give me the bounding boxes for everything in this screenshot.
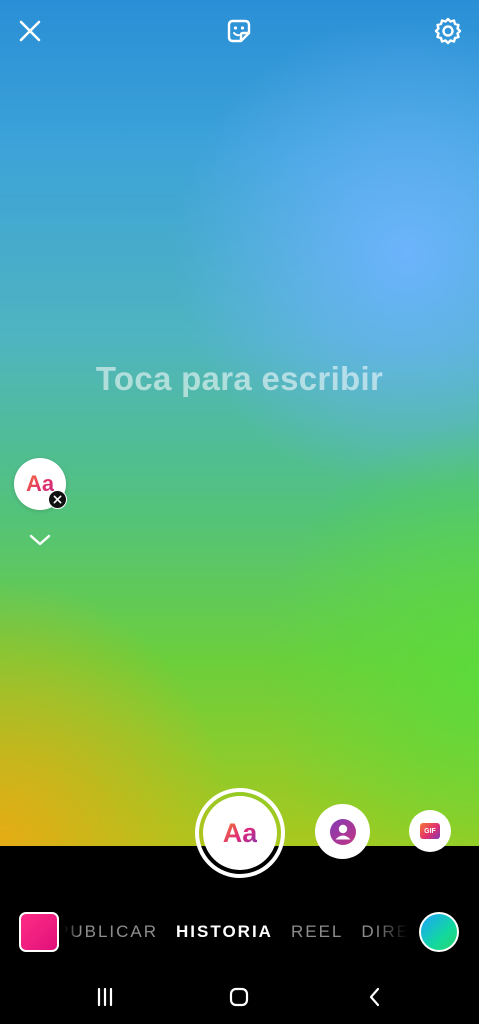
chevron-down-icon xyxy=(29,534,51,546)
home-button[interactable] xyxy=(223,984,255,1010)
mode-publicar[interactable]: PUBLICAR xyxy=(64,922,158,942)
capture-inner: Aa xyxy=(203,796,277,870)
close-icon xyxy=(53,495,62,504)
recents-button[interactable] xyxy=(89,984,121,1010)
sticker-button[interactable] xyxy=(222,14,256,48)
text-placeholder[interactable]: Toca para escribir xyxy=(0,360,479,398)
mention-effect-button[interactable] xyxy=(315,804,370,859)
recents-icon xyxy=(97,987,113,1007)
text-canvas[interactable] xyxy=(0,0,479,846)
camera-flip-button[interactable] xyxy=(419,912,459,952)
mode-selector[interactable]: PUBLICARHISTORIAREELDIRECTO xyxy=(64,922,408,946)
expand-tools-button[interactable] xyxy=(26,528,54,552)
back-icon xyxy=(369,987,380,1007)
mode-historia[interactable]: HISTORIA xyxy=(176,922,273,942)
home-icon xyxy=(229,987,249,1007)
back-button[interactable] xyxy=(359,984,391,1010)
capture-label: Aa xyxy=(222,817,258,848)
gif-effect-button[interactable]: GIF xyxy=(409,810,451,852)
gear-icon xyxy=(434,17,462,45)
mode-fade-right xyxy=(374,922,408,946)
mention-icon xyxy=(329,818,356,845)
mode-fade-left xyxy=(64,922,78,946)
font-style-dismiss-button[interactable] xyxy=(48,490,67,509)
sticker-icon xyxy=(227,19,251,43)
settings-button[interactable] xyxy=(431,14,465,48)
close-button[interactable] xyxy=(13,14,47,48)
gif-icon: GIF xyxy=(420,823,440,839)
mode-reel[interactable]: REEL xyxy=(291,922,343,942)
close-icon xyxy=(19,20,41,42)
capture-button[interactable]: Aa xyxy=(195,788,285,878)
gallery-thumbnail[interactable] xyxy=(19,912,59,952)
